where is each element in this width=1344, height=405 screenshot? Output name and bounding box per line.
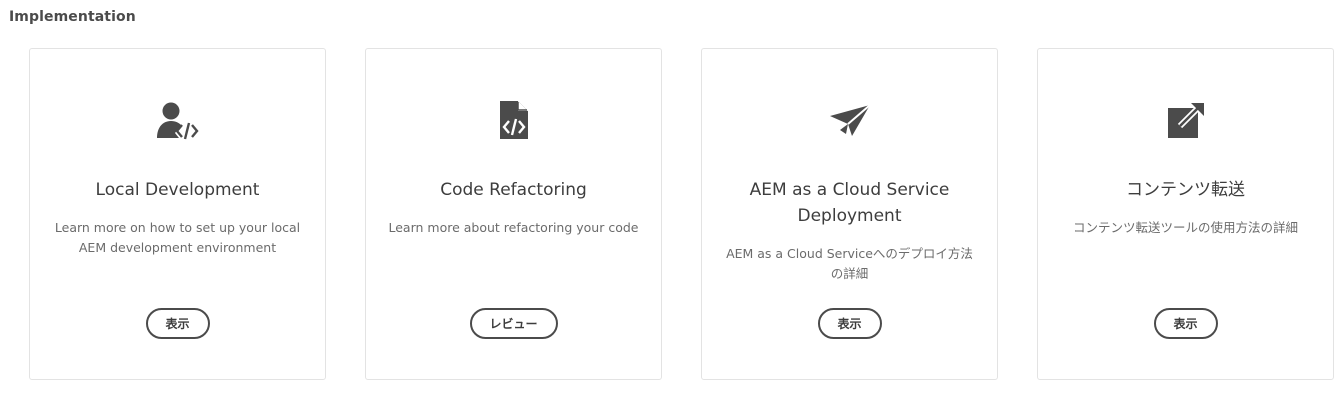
view-button[interactable]: 表示 [817,308,882,339]
launch-out-icon [1038,99,1333,141]
card-title: AEM as a Cloud Service Deployment [749,180,950,226]
card-code-refactoring: Code Refactoring Learn more about refact… [365,48,662,380]
card-description: Learn more about refactoring your code [388,220,639,235]
card-title: Local Development [95,180,260,200]
section-title: Implementation [9,9,136,25]
card-description: コンテンツ転送ツールの使用方法の詳細 [1072,220,1298,235]
view-button[interactable]: 表示 [145,308,210,339]
card-description: AEM as a Cloud Serviceへのデプロイ方法の詳細 [726,246,973,281]
card-content-transfer: コンテンツ転送 コンテンツ転送ツールの使用方法の詳細 表示 [1037,48,1334,380]
user-code-icon [30,99,325,141]
card-description: Learn more on how to set up your local A… [54,220,301,255]
card-title: Code Refactoring [440,180,587,200]
review-button[interactable]: レビュー [469,308,558,339]
card-list: Local Development Learn more on how to s… [29,48,1334,380]
card-cloud-service-deployment: AEM as a Cloud Service Deployment AEM as… [701,48,998,380]
view-button[interactable]: 表示 [1153,308,1218,339]
paper-plane-icon [702,99,997,141]
card-title: コンテンツ転送 [1126,180,1245,200]
card-local-development: Local Development Learn more on how to s… [29,48,326,380]
code-file-icon [366,99,661,141]
